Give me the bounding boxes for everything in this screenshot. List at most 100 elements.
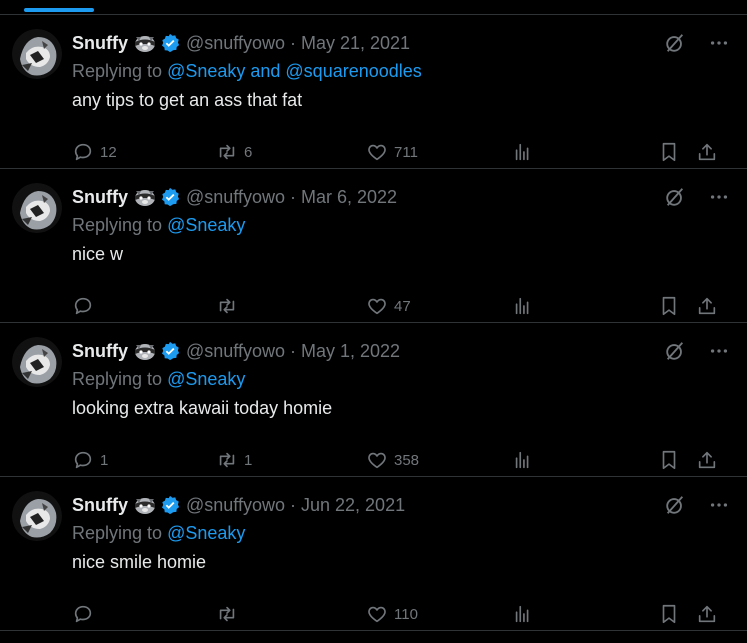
views-button[interactable] (512, 295, 534, 317)
bookmark-button[interactable] (658, 449, 680, 471)
display-name[interactable]: Snuffy (72, 341, 128, 362)
active-tab-indicator (24, 8, 94, 12)
like-count: 47 (394, 297, 411, 315)
mention-link[interactable]: @Sneaky and @squarenoodles (167, 61, 422, 81)
heart-icon (368, 452, 386, 469)
retweet-button[interactable] (216, 603, 244, 625)
more-icon[interactable] (707, 31, 731, 55)
bookmark-button[interactable] (658, 603, 680, 625)
more-icon[interactable] (707, 185, 731, 209)
avatar[interactable] (12, 337, 62, 387)
action-bar: 1 1 358 (72, 449, 731, 477)
views-button[interactable] (512, 603, 534, 625)
separator: · (290, 32, 296, 53)
verified-badge-icon (160, 341, 180, 361)
retweet-button[interactable] (216, 295, 244, 317)
reply-button[interactable]: 12 (72, 141, 117, 163)
raccoon-icon (134, 33, 156, 53)
handle[interactable]: @snuffyowo (186, 495, 285, 516)
timestamp[interactable]: May 21, 2021 (301, 33, 410, 54)
display-name[interactable]: Snuffy (72, 187, 128, 208)
tweet-text: nice smile homie (72, 552, 207, 572)
views-icon (515, 451, 529, 469)
tweet[interactable]: Snuffy @snuffyowo · Jun 22, 2021 Replyin… (0, 477, 747, 631)
views-icon (515, 605, 529, 623)
mention-link[interactable]: @Sneaky (167, 523, 245, 543)
retweet-icon (219, 298, 235, 314)
like-button[interactable]: 711 (366, 141, 418, 163)
tweet-header: Snuffy @snuffyowo · Mar 6, 2022 (72, 183, 731, 211)
replying-to-label: Replying to (72, 215, 168, 235)
timestamp[interactable]: Mar 6, 2022 (301, 187, 397, 208)
tweet[interactable]: Snuffy @snuffyowo · May 21, 2021 Replyin… (0, 15, 747, 169)
views-button[interactable] (512, 141, 534, 163)
replying-to: Replying to @Sneaky (72, 519, 731, 547)
like-count: 358 (394, 451, 420, 469)
grok-icon[interactable] (663, 339, 687, 363)
bookmark-button[interactable] (658, 295, 680, 317)
share-button[interactable] (696, 141, 718, 163)
verified-badge-icon (160, 187, 180, 207)
grok-icon[interactable] (663, 493, 687, 517)
like-button[interactable]: 110 (366, 603, 418, 625)
like-button[interactable]: 47 (366, 295, 411, 317)
heart-icon (368, 144, 386, 161)
handle[interactable]: @snuffyowo (186, 341, 285, 362)
reply-button[interactable] (72, 295, 100, 317)
retweet-icon (219, 452, 235, 468)
reply-button[interactable] (72, 603, 100, 625)
raccoon-icon (134, 341, 156, 361)
reply-icon (74, 605, 92, 623)
like-count: 110 (394, 605, 418, 623)
retweet-count: 6 (244, 143, 253, 161)
grok-icon[interactable] (663, 185, 687, 209)
action-bar: 110 (72, 603, 731, 631)
timestamp[interactable]: May 1, 2022 (301, 341, 400, 362)
reply-icon (74, 297, 92, 315)
reply-button[interactable]: 1 (72, 449, 108, 471)
like-count: 711 (394, 143, 418, 161)
tweet-text: any tips to get an ass that fat (72, 90, 303, 110)
bookmark-icon (662, 142, 676, 162)
tweet-text: nice w (72, 244, 124, 264)
share-button[interactable] (696, 603, 718, 625)
replying-to: Replying to @Sneaky (72, 365, 731, 393)
reply-icon (74, 451, 92, 469)
retweet-button[interactable]: 1 (216, 449, 252, 471)
views-icon (515, 143, 529, 161)
handle[interactable]: @snuffyowo (186, 187, 285, 208)
more-icon[interactable] (707, 493, 731, 517)
tweet-text: looking extra kawaii today homie (72, 398, 333, 418)
views-button[interactable] (512, 449, 534, 471)
more-icon[interactable] (707, 339, 731, 363)
display-name[interactable]: Snuffy (72, 495, 128, 516)
tweet[interactable]: Snuffy @snuffyowo · May 1, 2022 Replying… (0, 323, 747, 477)
mention-link[interactable]: @Sneaky (167, 215, 245, 235)
avatar[interactable] (12, 183, 62, 233)
replying-to-label: Replying to (72, 523, 168, 543)
tweet-header: Snuffy @snuffyowo · May 21, 2021 (72, 29, 731, 57)
avatar[interactable] (12, 491, 62, 541)
display-name[interactable]: Snuffy (72, 33, 128, 54)
share-button[interactable] (696, 449, 718, 471)
like-button[interactable]: 358 (366, 449, 419, 471)
reply-icon (74, 143, 92, 161)
grok-icon[interactable] (663, 31, 687, 55)
mention-link[interactable]: @Sneaky (167, 369, 245, 389)
action-bar: 12 6 711 (72, 141, 731, 169)
heart-icon (368, 298, 386, 315)
timestamp[interactable]: Jun 22, 2021 (301, 495, 405, 516)
separator: · (290, 494, 296, 515)
avatar[interactable] (12, 29, 62, 79)
bookmark-button[interactable] (658, 141, 680, 163)
share-icon (698, 451, 716, 469)
share-button[interactable] (696, 295, 718, 317)
heart-icon (368, 606, 386, 623)
tweet[interactable]: Snuffy @snuffyowo · Mar 6, 2022 Replying… (0, 169, 747, 323)
share-icon (698, 297, 716, 315)
retweet-button[interactable]: 6 (216, 141, 252, 163)
handle[interactable]: @snuffyowo (186, 33, 285, 54)
separator: · (290, 340, 296, 361)
share-icon (698, 143, 716, 161)
verified-badge-icon (160, 33, 180, 53)
